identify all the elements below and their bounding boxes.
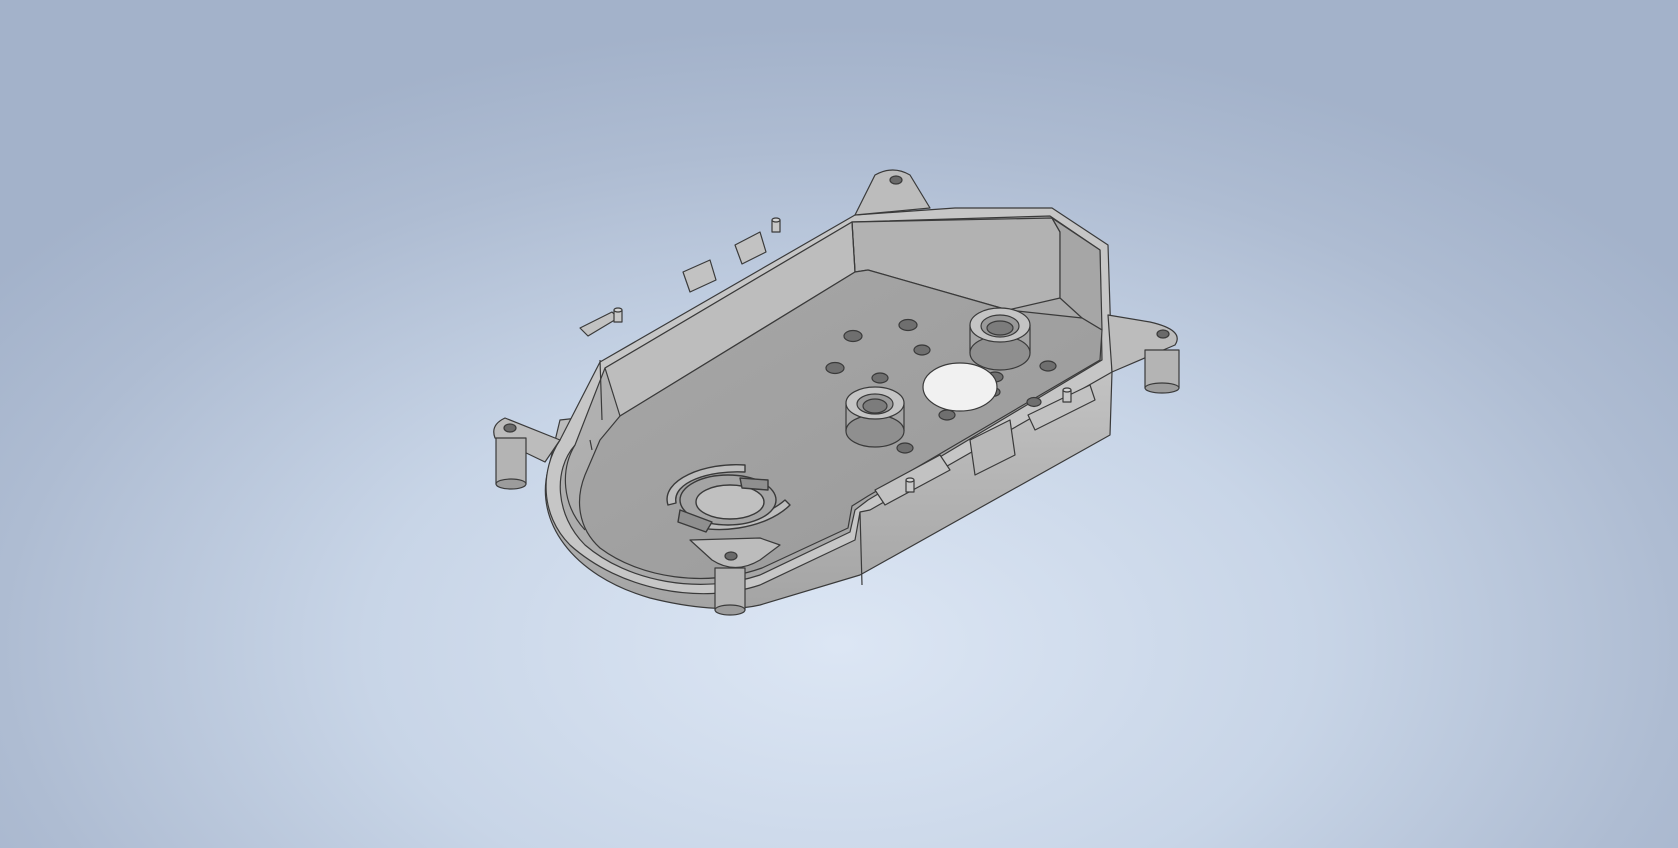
gearbox-housing-model[interactable] (0, 0, 1678, 848)
mount-hole-right[interactable] (1156, 329, 1170, 339)
floor-hole[interactable] (871, 372, 889, 384)
bearing-boss-upper[interactable] (969, 307, 1031, 371)
bearing-boss-lower[interactable] (845, 386, 905, 448)
floor-hole[interactable] (896, 442, 914, 454)
standoff-left[interactable] (495, 437, 527, 490)
mount-hole-left[interactable] (503, 423, 517, 433)
locating-pin-3[interactable] (905, 477, 915, 493)
wall-tab-1[interactable] (579, 311, 619, 337)
standoff-bottom[interactable] (714, 567, 746, 616)
floor-hole[interactable] (825, 361, 845, 375)
mount-hole-top[interactable] (889, 175, 903, 185)
mount-hole-bottom[interactable] (724, 551, 738, 561)
floor-hole[interactable] (1039, 360, 1057, 372)
standoff-right[interactable] (1144, 349, 1180, 394)
floor-hole[interactable] (898, 318, 918, 332)
locating-pin-4[interactable] (1062, 387, 1072, 403)
locating-pin-2[interactable] (771, 217, 781, 233)
floor-hole[interactable] (938, 409, 956, 421)
locating-pin-1[interactable] (613, 307, 623, 323)
cad-3d-viewport[interactable] (0, 0, 1678, 848)
floor-hole[interactable] (1026, 396, 1042, 408)
center-shaft-hole[interactable] (922, 362, 998, 412)
floor-hole[interactable] (843, 329, 863, 343)
floor-hole[interactable] (913, 344, 931, 356)
wall-tab-3[interactable] (734, 231, 767, 265)
wall-tab-2[interactable] (682, 259, 717, 293)
